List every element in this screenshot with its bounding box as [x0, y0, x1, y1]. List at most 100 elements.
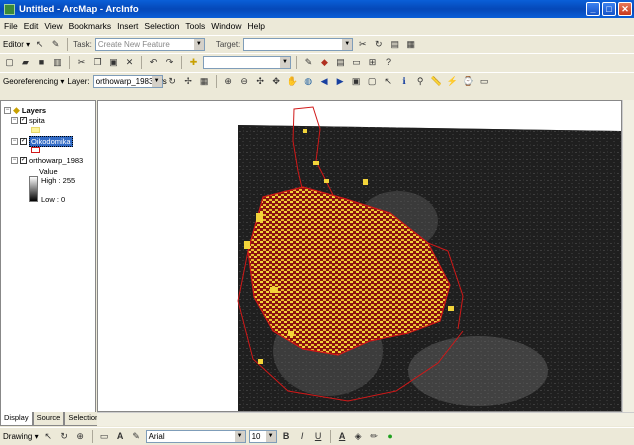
layer-dropdown[interactable]: orthowarp_1983.ers ▼ — [92, 75, 167, 88]
modelbuilder-icon[interactable]: ⊞ — [366, 56, 379, 69]
whats-this-icon[interactable]: ? — [382, 56, 395, 69]
back-extent-icon[interactable]: ◀ — [318, 75, 331, 88]
maximize-button[interactable]: □ — [602, 2, 616, 16]
target-dropdown[interactable]: ▼ — [243, 38, 354, 51]
menu-selection[interactable]: Selection — [144, 21, 179, 31]
horizontal-scrollbar[interactable] — [97, 412, 634, 426]
menu-view[interactable]: View — [44, 21, 62, 31]
new-icon[interactable]: ▢ — [3, 56, 16, 69]
menu-file[interactable]: File — [4, 21, 18, 31]
fixed-zoom-in-icon[interactable]: ✣ — [254, 75, 267, 88]
select-elements-icon[interactable]: ↖ — [382, 75, 395, 88]
tab-display[interactable]: Display — [0, 412, 33, 426]
rotate-tool-icon[interactable]: ↻ — [372, 38, 385, 51]
building[interactable] — [288, 331, 294, 336]
create-viewer-icon[interactable]: ▭ — [478, 75, 491, 88]
building[interactable] — [313, 161, 319, 165]
fixed-zoom-out-icon[interactable]: ✥ — [270, 75, 283, 88]
georeferencing-menu[interactable]: Georeferencing ▾ — [3, 77, 64, 86]
bold-button[interactable]: B — [280, 430, 293, 443]
arccatalog-icon[interactable]: ▤ — [334, 56, 347, 69]
editor-toolbar-icon[interactable]: ✎ — [302, 56, 315, 69]
building[interactable] — [448, 306, 454, 311]
line-color-icon[interactable]: ✏ — [368, 430, 381, 443]
layer-row-orthowarp[interactable]: − ✓ orthowarp_1983 — [11, 156, 83, 165]
close-button[interactable]: ✕ — [618, 2, 632, 16]
building[interactable] — [303, 129, 307, 133]
sketch-tool-icon[interactable]: ✎ — [49, 38, 62, 51]
map-canvas[interactable] — [98, 101, 622, 412]
menu-insert[interactable]: Insert — [117, 21, 138, 31]
delete-icon[interactable]: ✕ — [123, 56, 136, 69]
save-icon[interactable]: ■ — [35, 56, 48, 69]
map-scale-dropdown[interactable]: ▼ — [203, 56, 291, 69]
building[interactable] — [256, 213, 263, 222]
layer-visibility-checkbox[interactable]: ✓ — [20, 157, 27, 164]
open-icon[interactable]: ▰ — [19, 56, 32, 69]
fill-color-icon[interactable]: ◈ — [352, 430, 365, 443]
layers-root[interactable]: − ◆ Layers — [4, 105, 46, 116]
oikodomika-symbol[interactable] — [31, 147, 40, 153]
view-link-table-icon[interactable]: ▦ — [198, 75, 211, 88]
collapse-icon[interactable]: − — [11, 138, 18, 145]
layer-row-spita[interactable]: − ✓ spita — [11, 116, 45, 125]
full-extent-icon[interactable]: ◍ — [302, 75, 315, 88]
attributes-icon[interactable]: ▤ — [388, 38, 401, 51]
font-color-button[interactable]: A — [336, 430, 349, 443]
find-icon[interactable]: ⚲ — [414, 75, 427, 88]
menu-window[interactable]: Window — [211, 21, 241, 31]
editor-menu[interactable]: Editor ▾ — [3, 40, 30, 49]
measure-icon[interactable]: 📏 — [430, 75, 443, 88]
layer-visibility-checkbox[interactable]: ✓ — [20, 117, 27, 124]
menu-bookmarks[interactable]: Bookmarks — [69, 21, 112, 31]
paste-icon[interactable]: ▣ — [107, 56, 120, 69]
spita-symbol[interactable] — [31, 127, 40, 133]
italic-button[interactable]: I — [296, 430, 309, 443]
rotate-icon[interactable]: ↻ — [58, 430, 71, 443]
task-dropdown[interactable]: Create New Feature ▼ — [94, 38, 205, 51]
font-dropdown[interactable]: Arial ▼ — [145, 430, 246, 443]
vertical-scrollbar[interactable] — [622, 100, 634, 412]
select-elements-icon[interactable]: ↖ — [42, 430, 55, 443]
select-features-icon[interactable]: ▣ — [350, 75, 363, 88]
menu-tools[interactable]: Tools — [185, 21, 205, 31]
add-data-icon[interactable]: ✚ — [187, 56, 200, 69]
building[interactable] — [244, 241, 250, 249]
layer-row-oikodomika[interactable]: − ✓ Oikodomika — [11, 136, 73, 147]
edit-vertices-icon[interactable]: ✎ — [130, 430, 143, 443]
rotate-icon[interactable]: ↻ — [166, 75, 179, 88]
building[interactable] — [270, 287, 278, 293]
clear-selection-icon[interactable]: ▢ — [366, 75, 379, 88]
undo-icon[interactable]: ↶ — [147, 56, 160, 69]
grayscale-ramp[interactable] — [29, 176, 38, 202]
collapse-icon[interactable]: − — [4, 107, 11, 114]
underline-button[interactable]: U — [312, 430, 325, 443]
menu-edit[interactable]: Edit — [24, 21, 39, 31]
forward-extent-icon[interactable]: ▶ — [334, 75, 347, 88]
font-size-dropdown[interactable]: 10 ▼ — [248, 430, 277, 443]
cut-icon[interactable]: ✂ — [75, 56, 88, 69]
redo-icon[interactable]: ↷ — [163, 56, 176, 69]
arctoolbox-icon[interactable]: ◆ — [318, 56, 331, 69]
hyperlink-icon[interactable]: ⚡ — [446, 75, 459, 88]
collapse-icon[interactable]: − — [11, 157, 18, 164]
command-line-icon[interactable]: ▭ — [350, 56, 363, 69]
text-tool-icon[interactable]: A — [114, 430, 127, 443]
time-slider-icon[interactable]: ⌚ — [462, 75, 475, 88]
print-icon[interactable]: ▥ — [51, 56, 64, 69]
rectangle-icon[interactable]: ▭ — [98, 430, 111, 443]
menu-help[interactable]: Help — [247, 21, 264, 31]
building[interactable] — [363, 179, 368, 185]
edit-tool-icon[interactable]: ↖ — [33, 38, 46, 51]
drawing-menu[interactable]: Drawing ▾ — [3, 432, 39, 441]
layer-visibility-checkbox[interactable]: ✓ — [20, 138, 27, 145]
collapse-icon[interactable]: − — [11, 117, 18, 124]
pan-icon[interactable]: ✋ — [286, 75, 299, 88]
minimize-button[interactable]: _ — [586, 2, 600, 16]
zoom-in-icon[interactable]: ⊕ — [222, 75, 235, 88]
split-tool-icon[interactable]: ✂ — [356, 38, 369, 51]
tab-source[interactable]: Source — [32, 412, 65, 426]
map-display[interactable] — [97, 100, 622, 412]
sketch-properties-icon[interactable]: ▦ — [404, 38, 417, 51]
zoom-whole-page-icon[interactable]: ⊕ — [74, 430, 87, 443]
